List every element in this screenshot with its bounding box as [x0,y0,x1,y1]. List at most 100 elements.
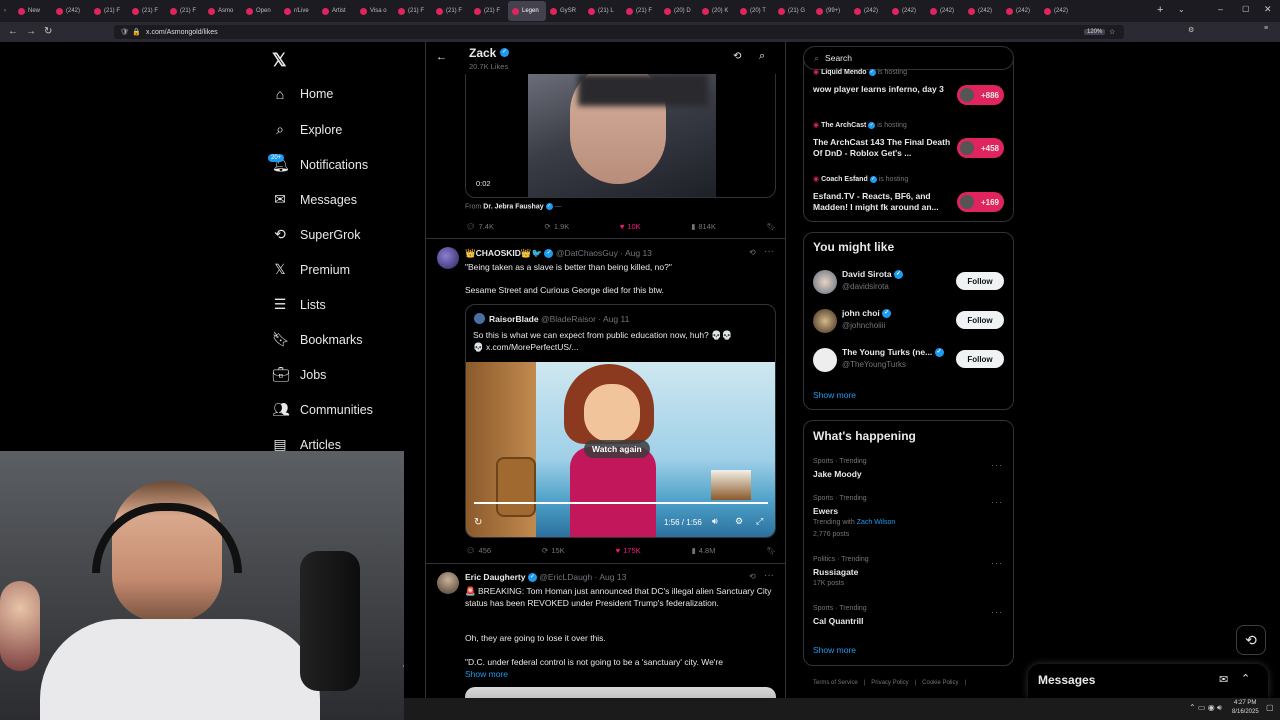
author-name[interactable]: Eric Daugherty [465,572,525,582]
live-host[interactable]: Liquid Mendo [821,69,867,76]
nav-item-home[interactable]: ⌂ Home [272,86,334,102]
forward-icon[interactable]: → [26,26,36,37]
repost-button[interactable]: ⟳ 15K [542,546,565,555]
fullscreen-icon[interactable]: ⤢ [756,516,763,527]
suggested-user-name[interactable]: john choi ✓ [842,308,892,319]
browser-tab[interactable]: (21) F [166,1,204,21]
browser-tab[interactable]: (242) [1002,1,1040,21]
bookmark-icon[interactable]: 🔖︎ [766,222,776,231]
terms-link[interactable]: Terms of Service [813,680,858,686]
browser-tab[interactable]: (21) F [470,1,508,21]
browser-tab[interactable]: (242) [964,1,1002,21]
live-listeners-pill[interactable]: +169 [957,192,1004,212]
live-title[interactable]: The ArchCast 143 The Final Death Of DnD … [813,137,951,159]
browser-tab[interactable]: (242) [1040,1,1078,21]
reload-icon[interactable]: ↻ [44,26,52,37]
follow-button[interactable]: Follow [956,272,1004,290]
settings-icon[interactable]: ⚙ [735,516,743,527]
suggested-user-name[interactable]: David Sirota ✓ [842,269,903,280]
trend-extra-link[interactable]: Zach Wilson [857,519,896,526]
browser-tab[interactable]: (242) [926,1,964,21]
nav-item-explore[interactable]: ⌕ Explore [272,121,342,138]
follow-button[interactable]: Follow [956,350,1004,368]
watch-again-button[interactable]: Watch again [584,440,650,458]
live-title[interactable]: wow player learns inferno, day 3 [813,84,951,95]
browser-tab[interactable]: (242) [888,1,926,21]
new-message-icon[interactable]: ✉ [1219,673,1228,686]
live-listeners-pill[interactable]: +886 [957,85,1004,105]
browser-tab[interactable]: Artist [318,1,356,21]
browser-tab[interactable]: Legen [508,1,546,21]
browser-tab[interactable]: (21) F [128,1,166,21]
minimize-button[interactable]: – [1218,4,1223,14]
trend-title[interactable]: Jake Moody [813,469,862,479]
trend-title[interactable]: Cal Quantrill [813,616,864,626]
video-player[interactable]: Watch again ↻ 1:56 / 1:56 🔊︎ ⚙ ⤢ [466,362,775,537]
maximize-button[interactable]: ▢ [1242,4,1250,13]
from-name[interactable]: Dr. Jebra Faushay [483,203,543,210]
browser-tab[interactable]: New [14,1,52,21]
browser-tab[interactable]: (21) F [432,1,470,21]
grok-icon[interactable]: ⟲ [733,51,741,62]
repost-button[interactable]: ⟳ 1.9K [545,222,570,231]
quote-link[interactable]: 💀 x.com/MorePerfectUS/... [473,342,769,353]
more-icon[interactable]: ··· [991,607,1003,617]
expand-icon[interactable]: ⌃ [1241,672,1250,685]
browser-tab[interactable]: (21) F [622,1,660,21]
grok-icon[interactable]: ⟲ [749,572,756,581]
post-date[interactable]: · Aug 13 [620,248,652,258]
nav-item-notifications[interactable]: 🔔︎ Notifications [272,156,368,173]
browser-tab[interactable]: (20) T [736,1,774,21]
live-title[interactable]: Esfand.TV - Reacts, BF6, and Madden! I m… [813,191,951,213]
address-bar[interactable]: 🛡 🔒 x.com/Asmongold/likes 120% ☆ [114,25,1124,39]
avatar[interactable] [437,572,459,594]
nav-item-messages[interactable]: ✉ Messages [272,191,357,208]
nav-item-jobs[interactable]: 💼︎ Jobs [272,366,326,383]
quoted-post[interactable]: RaisorBlade @BladeRaisor · Aug 11 So thi… [465,304,776,538]
close-window-button[interactable]: ✕ [1264,4,1272,15]
author-handle[interactable]: @DatChaosGuy [556,248,618,258]
post-date[interactable]: · Aug 13 [595,572,627,582]
browser-tab[interactable]: r/Live [280,1,318,21]
grok-float-button[interactable]: ⟲ [1236,625,1266,655]
x-logo-icon[interactable]: 𝕏 [272,50,287,71]
volume-icon[interactable]: 🔊︎ [712,516,718,527]
tab-nav-back[interactable]: ‹ [0,1,14,21]
reply-button[interactable]: 💬︎ 7.4K [466,222,494,231]
show-more-link[interactable]: Show more [465,669,508,679]
suggested-user-handle[interactable]: @johnchoiiii [842,321,885,330]
browser-tab[interactable]: Visa o [356,1,394,21]
avatar[interactable] [813,348,837,372]
replay-icon[interactable]: ↻ [474,517,482,528]
notification-center-icon[interactable]: ▢ [1266,703,1274,712]
suggested-user-handle[interactable]: @davidsirota [842,282,889,291]
browser-tab[interactable]: Asmo [204,1,242,21]
nav-item-supergrok[interactable]: ⟲ SuperGrok [272,226,360,243]
more-icon[interactable]: ⋯ [402,661,404,672]
suggested-user-name[interactable]: The Young Turks (ne... ✓ [842,347,944,358]
browser-tab[interactable]: (99+) [812,1,850,21]
browser-tab[interactable]: (21) F [90,1,128,21]
more-icon[interactable]: ··· [991,497,1003,507]
video-progress-bar[interactable] [474,502,768,504]
live-host[interactable]: The ArchCast [821,122,866,129]
browser-tab[interactable]: (21) G [774,1,812,21]
tab-list-button[interactable]: ⌄ [1178,5,1185,14]
live-host[interactable]: Coach Esfand [821,176,868,183]
trend-title[interactable]: Russiagate [813,567,858,577]
back-arrow-icon[interactable]: ← [436,51,447,63]
views-button[interactable]: ▮ 814K [691,222,716,231]
video-player[interactable]: 0:02 [465,74,776,198]
new-tab-button[interactable]: + [1157,4,1163,16]
taskbar-time[interactable]: 4:27 PM [1234,700,1256,706]
browser-tab[interactable]: (21) F [394,1,432,21]
nav-item-lists[interactable]: ☰ Lists [272,296,326,313]
like-button[interactable]: ♥ 175K [616,546,641,555]
search-icon[interactable]: ⌕ [759,50,765,63]
browser-tab[interactable]: (20) K [698,1,736,21]
back-icon[interactable]: ← [8,26,18,37]
like-button[interactable]: ♥ 10K [620,222,641,231]
avatar[interactable] [813,270,837,294]
trend-title[interactable]: Ewers [813,506,838,516]
nav-item-bookmarks[interactable]: 🔖︎ Bookmarks [272,331,363,348]
